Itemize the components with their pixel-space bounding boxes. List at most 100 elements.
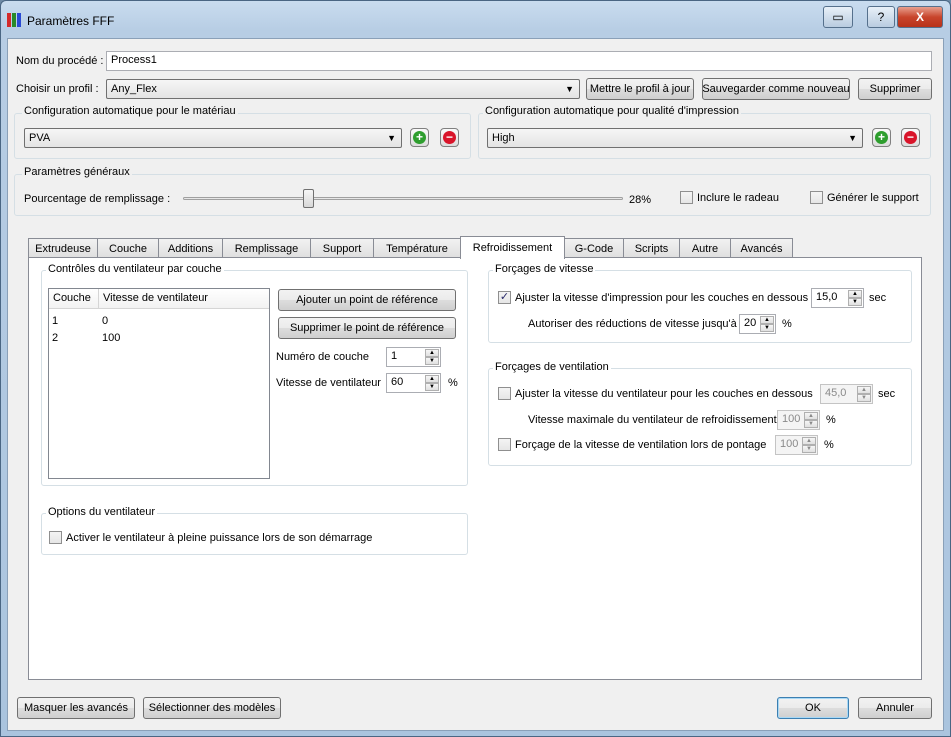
stepper-arrows[interactable]: ▲ ▼: [857, 386, 871, 402]
delete-profile-button[interactable]: Supprimer: [858, 78, 932, 100]
chevron-down-icon: ▼: [387, 133, 396, 143]
add-quality-button[interactable]: +: [872, 128, 891, 147]
stepper-arrows[interactable]: ▲ ▼: [760, 316, 774, 332]
adjust-fan-speed-checkbox[interactable]: [498, 387, 511, 400]
adjust-fan-speed-unit: sec: [878, 388, 896, 400]
dialog-body: Nom du procédé : Process1 Choisir un pro…: [7, 38, 944, 731]
infill-value: 28%: [629, 194, 652, 206]
minus-icon: −: [904, 131, 917, 144]
fan-overrides-title: Forçages de ventilation: [493, 361, 611, 373]
layer-number-stepper[interactable]: 1 ▲ ▼: [386, 347, 441, 367]
support-checkbox[interactable]: [810, 191, 823, 204]
column-header-fan-speed[interactable]: Vitesse de ventilateur: [99, 289, 269, 309]
infill-label: Pourcentage de remplissage :: [24, 193, 171, 205]
hide-advanced-button[interactable]: Masquer les avancés: [17, 697, 135, 719]
remove-material-button[interactable]: −: [440, 128, 459, 147]
raft-checkbox[interactable]: [680, 191, 693, 204]
adjust-fan-speed-stepper[interactable]: 45,0 ▲ ▼: [820, 384, 873, 404]
plus-icon: +: [413, 131, 426, 144]
table-cell[interactable]: 100: [102, 332, 120, 344]
infill-slider-track[interactable]: [183, 197, 623, 200]
table-cell[interactable]: 2: [52, 332, 58, 344]
chevron-up-icon[interactable]: ▲: [804, 412, 818, 420]
stepper-arrows[interactable]: ▲ ▼: [804, 412, 818, 428]
tab-avances[interactable]: Avancés: [730, 238, 793, 258]
chevron-down-icon[interactable]: ▼: [848, 298, 862, 306]
title-bar[interactable]: Paramètres FFF ▭ ? X: [1, 1, 950, 37]
stepper-arrows[interactable]: ▲ ▼: [848, 290, 862, 306]
material-select-value: PVA: [29, 132, 51, 144]
cancel-button[interactable]: Annuler: [858, 697, 932, 719]
bridge-fan-stepper[interactable]: 100 ▲ ▼: [775, 435, 818, 455]
tab-scripts[interactable]: Scripts: [623, 238, 680, 258]
chevron-up-icon[interactable]: ▲: [857, 386, 871, 394]
chevron-up-icon[interactable]: ▲: [802, 437, 816, 445]
speed-overrides-title: Forçages de vitesse: [493, 263, 596, 275]
window-title: Paramètres FFF: [27, 14, 115, 28]
table-cell[interactable]: 0: [102, 315, 108, 327]
full-power-checkbox[interactable]: [49, 531, 62, 544]
remove-quality-button[interactable]: −: [901, 128, 920, 147]
chevron-down-icon[interactable]: ▼: [425, 383, 439, 391]
fan-layer-table[interactable]: Couche Vitesse de ventilateur 1 0 2 100: [48, 288, 270, 479]
adjust-print-speed-stepper[interactable]: 15,0 ▲ ▼: [811, 288, 864, 308]
cooling-tab-panel: Contrôles du ventilateur par couche Couc…: [28, 257, 922, 680]
chevron-down-icon[interactable]: ▼: [804, 420, 818, 428]
stepper-arrows[interactable]: ▲ ▼: [425, 349, 439, 365]
tab-support[interactable]: Support: [310, 238, 374, 258]
close-icon[interactable]: X: [897, 6, 943, 28]
chevron-down-icon[interactable]: ▼: [425, 357, 439, 365]
allow-reduction-unit: %: [782, 318, 792, 330]
full-power-label: Activer le ventilateur à pleine puissanc…: [66, 532, 373, 544]
save-new-profile-button[interactable]: Sauvegarder comme nouveau: [702, 78, 850, 100]
chevron-down-icon[interactable]: ▼: [857, 394, 871, 402]
fan-speed-stepper[interactable]: 60 ▲ ▼: [386, 373, 441, 393]
adjust-print-speed-checkbox[interactable]: ✓: [498, 291, 511, 304]
stepper-arrows[interactable]: ▲ ▼: [802, 437, 816, 453]
add-material-button[interactable]: +: [410, 128, 429, 147]
tab-extrudeuse[interactable]: Extrudeuse: [28, 238, 98, 258]
table-cell[interactable]: 1: [52, 315, 58, 327]
quality-select[interactable]: High ▼: [487, 128, 863, 148]
tab-autre[interactable]: Autre: [679, 238, 731, 258]
add-reference-point-button[interactable]: Ajouter un point de référence: [278, 289, 456, 311]
tab-remplissage[interactable]: Remplissage: [222, 238, 311, 258]
quality-config-title: Configuration automatique pour qualité d…: [483, 105, 742, 117]
tab-additions[interactable]: Additions: [158, 238, 223, 258]
tab-couche[interactable]: Couche: [97, 238, 159, 258]
ok-button[interactable]: OK: [777, 697, 849, 719]
tab-refroidissement[interactable]: Refroidissement: [460, 236, 565, 259]
restore-icon[interactable]: ▭: [823, 6, 853, 28]
remove-reference-point-button[interactable]: Supprimer le point de référence: [278, 317, 456, 339]
chevron-down-icon[interactable]: ▼: [802, 445, 816, 453]
chevron-up-icon[interactable]: ▲: [760, 316, 774, 324]
process-name-input[interactable]: Process1: [106, 51, 932, 71]
fan-layer-title: Contrôles du ventilateur par couche: [46, 263, 224, 275]
fan-options-title: Options du ventilateur: [46, 506, 158, 518]
chevron-up-icon[interactable]: ▲: [425, 375, 439, 383]
material-config-title: Configuration automatique pour le matéri…: [22, 105, 238, 117]
chevron-down-icon[interactable]: ▼: [760, 324, 774, 332]
max-fan-speed-value: 100: [782, 413, 801, 425]
allow-reduction-value: 20: [744, 317, 757, 329]
chevron-up-icon[interactable]: ▲: [425, 349, 439, 357]
chevron-up-icon[interactable]: ▲: [848, 290, 862, 298]
bridge-fan-unit: %: [824, 439, 834, 451]
update-profile-button[interactable]: Mettre le profil à jour: [586, 78, 694, 100]
allow-reduction-stepper[interactable]: 20 ▲ ▼: [739, 314, 776, 334]
infill-slider-handle[interactable]: [303, 189, 315, 208]
profile-select[interactable]: Any_Flex ▼: [106, 79, 580, 99]
adjust-print-speed-unit: sec: [869, 292, 887, 304]
bridge-fan-checkbox[interactable]: [498, 438, 511, 451]
profile-select-value: Any_Flex: [111, 83, 157, 95]
tab-gcode[interactable]: G-Code: [564, 238, 624, 258]
select-models-button[interactable]: Sélectionner des modèles: [143, 697, 281, 719]
chevron-down-icon: ▼: [848, 133, 857, 143]
stepper-arrows[interactable]: ▲ ▼: [425, 375, 439, 391]
tab-temperature[interactable]: Température: [373, 238, 461, 258]
bridge-fan-value: 100: [780, 438, 799, 450]
help-icon[interactable]: ?: [867, 6, 895, 28]
material-select[interactable]: PVA ▼: [24, 128, 402, 148]
column-header-layer[interactable]: Couche: [49, 289, 99, 309]
max-fan-speed-stepper[interactable]: 100 ▲ ▼: [777, 410, 820, 430]
